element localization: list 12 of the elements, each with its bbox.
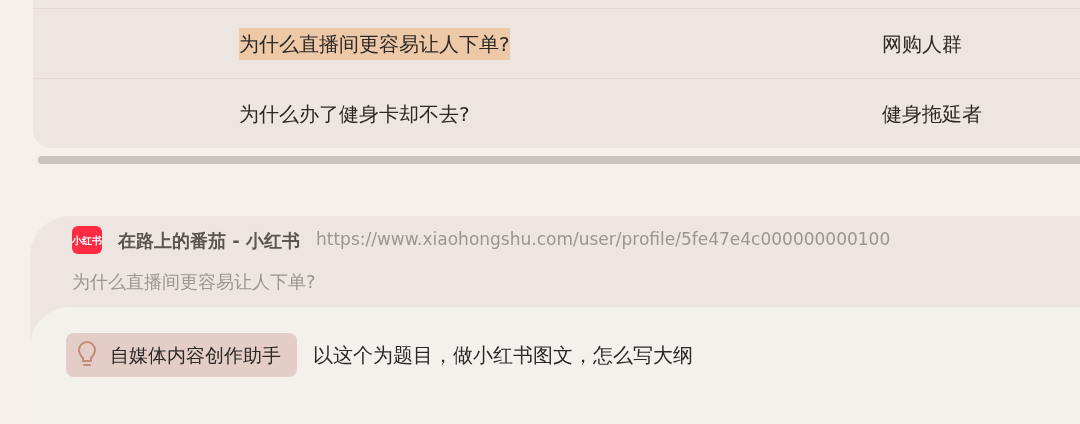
table-cell[interactable]: 为什么直播间更容易让人下单? (239, 27, 510, 60)
site-logo: 小红书 (72, 226, 102, 254)
input-card[interactable]: 自媒体内容创作助手 以这个为题目，做小红书图文，怎么写大纲 (30, 307, 1080, 424)
table-cell-text: 网购人群 (882, 30, 962, 58)
lightbulb-icon (78, 341, 96, 369)
source-title[interactable]: 在路上的番茄 - 小红书 (118, 226, 300, 254)
scrollbar[interactable] (38, 156, 1080, 164)
assistant-chip[interactable]: 自媒体内容创作助手 (66, 333, 297, 377)
quoted-text: 为什么直播间更容易让人下单? (72, 270, 317, 294)
table-cell[interactable]: 为什么办了健身卡却不去? (239, 97, 470, 130)
prompt-text: 以这个为题目，做小红书图文，怎么写大纲 (313, 342, 693, 369)
table-cell-text: 健身拖延者 (882, 100, 982, 128)
